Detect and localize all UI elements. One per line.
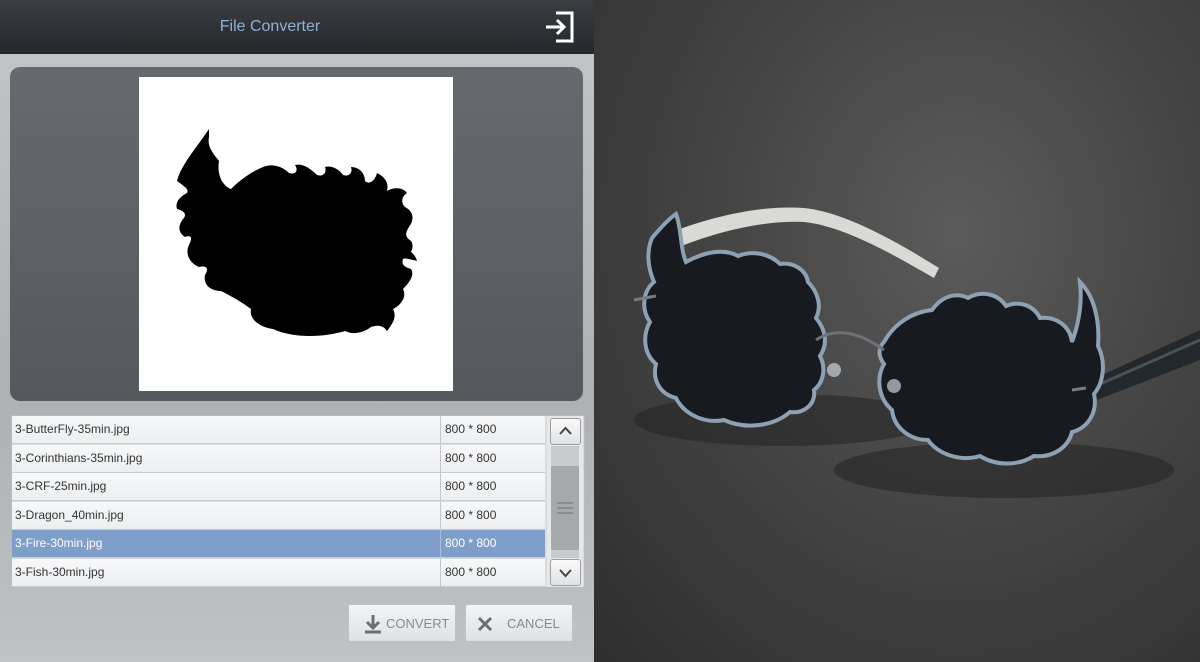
file-converter-panel: File Converter 3-ButterFly-35min.jpg 800… bbox=[0, 0, 594, 662]
cancel-button[interactable]: CANCEL bbox=[465, 604, 573, 642]
list-scrollbar[interactable] bbox=[547, 416, 583, 587]
file-name: 3-Corinthians-35min.jpg bbox=[15, 450, 143, 465]
file-size: 800 * 800 bbox=[440, 530, 544, 557]
cancel-label: CANCEL bbox=[507, 616, 560, 631]
file-size: 800 * 800 bbox=[440, 416, 544, 443]
table-row[interactable]: 3-Dragon_40min.jpg 800 * 800 bbox=[12, 501, 545, 530]
table-row[interactable]: 3-Corinthians-35min.jpg 800 * 800 bbox=[12, 444, 545, 473]
file-list: 3-ButterFly-35min.jpg 800 * 800 3-Corint… bbox=[11, 415, 585, 588]
app-title: File Converter bbox=[219, 18, 321, 35]
grip-line bbox=[557, 502, 573, 504]
file-name: 3-Fire-30min.jpg bbox=[15, 536, 103, 550]
scroll-down-button[interactable] bbox=[550, 559, 581, 586]
preview-frame bbox=[10, 67, 583, 401]
file-size: 800 * 800 bbox=[440, 444, 544, 472]
fire-shape-preview bbox=[176, 129, 417, 336]
file-size: 800 * 800 bbox=[440, 473, 544, 500]
file-name: 3-Dragon_40min.jpg bbox=[15, 507, 124, 522]
file-size: 800 * 800 bbox=[440, 558, 544, 586]
product-photo-sunglasses bbox=[594, 0, 1200, 662]
table-row-selected[interactable]: 3-Fire-30min.jpg 800 * 800 bbox=[12, 530, 545, 558]
title-bar: File Converter bbox=[0, 0, 594, 54]
download-icon bbox=[365, 615, 381, 634]
grip-line bbox=[557, 512, 573, 514]
chevron-down-icon bbox=[559, 569, 572, 578]
sunglasses-illustration bbox=[633, 207, 1200, 498]
file-size: 800 * 800 bbox=[440, 501, 544, 529]
scroll-up-button[interactable] bbox=[550, 418, 581, 445]
convert-label: CONVERT bbox=[386, 616, 450, 631]
scroll-thumb[interactable] bbox=[551, 466, 579, 550]
convert-button[interactable]: CONVERT bbox=[348, 604, 456, 642]
image-preview bbox=[139, 77, 453, 391]
file-name: 3-CRF-25min.jpg bbox=[15, 479, 107, 493]
scroll-track[interactable] bbox=[551, 446, 579, 558]
grip-line bbox=[557, 507, 573, 509]
chevron-up-icon bbox=[559, 426, 572, 435]
table-row[interactable]: 3-ButterFly-35min.jpg 800 * 800 bbox=[12, 416, 545, 444]
table-row[interactable]: 3-Fish-30min.jpg 800 * 800 bbox=[12, 558, 545, 587]
table-row[interactable]: 3-CRF-25min.jpg 800 * 800 bbox=[12, 473, 545, 501]
close-icon bbox=[477, 616, 493, 632]
file-name: 3-ButterFly-35min.jpg bbox=[15, 422, 130, 436]
exit-button[interactable] bbox=[542, 9, 578, 45]
file-name: 3-Fish-30min.jpg bbox=[15, 564, 105, 579]
exit-icon bbox=[546, 11, 574, 43]
